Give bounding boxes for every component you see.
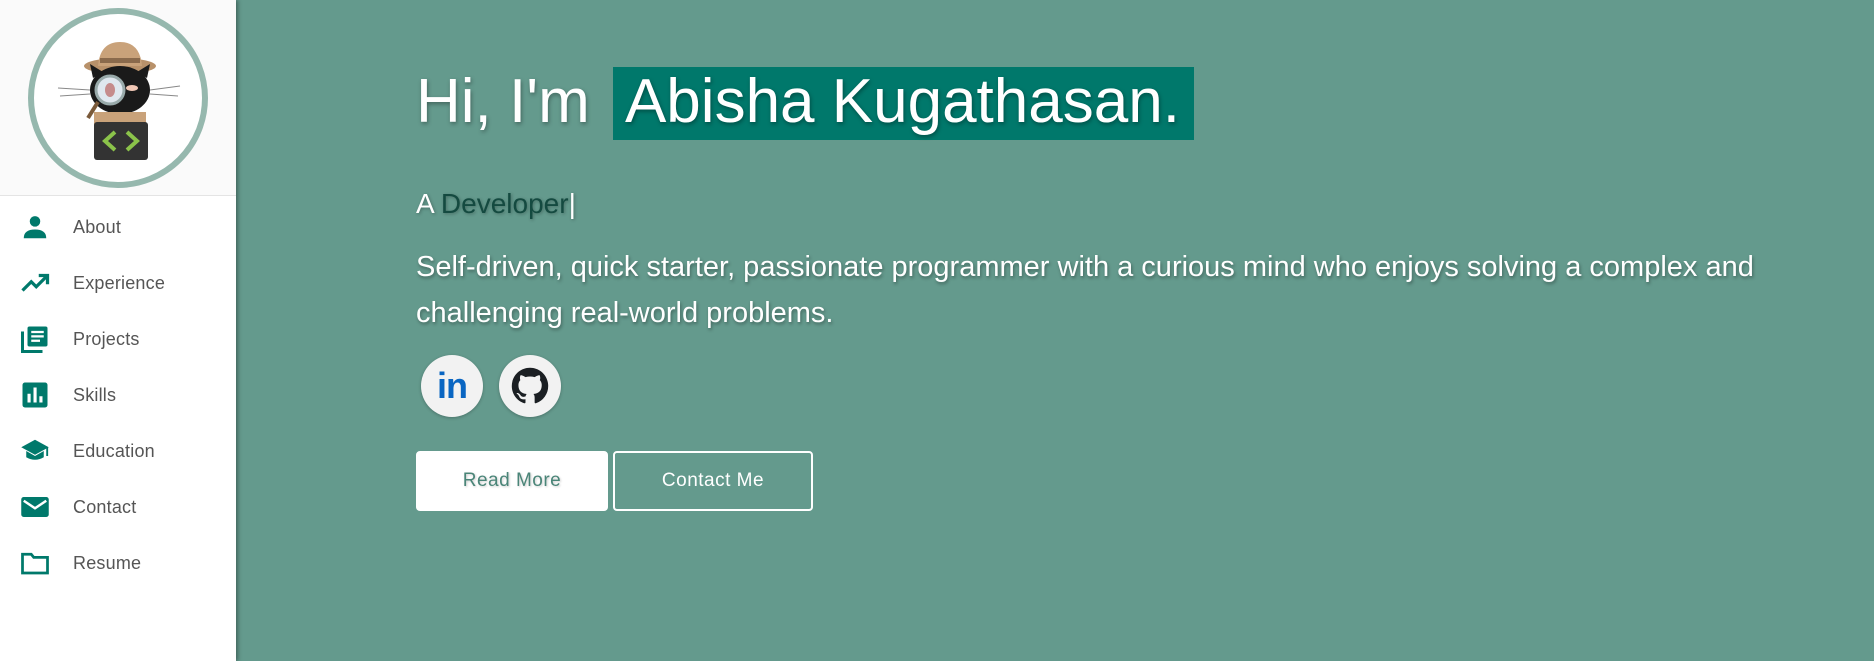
sidebar-item-about[interactable]: About [0,205,236,249]
avatar-container [0,0,236,196]
sidebar-item-experience[interactable]: Experience [0,261,236,305]
github-button[interactable] [499,355,561,417]
sidebar-item-label: Skills [73,384,117,405]
greeting: Hi, I'm [416,67,590,136]
page-title: Hi, I'm Abisha Kugathasan. [416,66,1194,140]
sidebar-item-contact[interactable]: Contact [0,485,236,529]
sidebar-item-label: Experience [73,272,166,293]
linkedin-button[interactable]: in [421,355,483,417]
mail-icon [18,492,52,522]
hero-section: Hi, I'm Abisha Kugathasan. A Developer| … [236,0,1874,661]
sidebar-item-projects[interactable]: Projects [0,317,236,361]
contact-me-button[interactable]: Contact Me [613,451,813,511]
sidebar-item-skills[interactable]: Skills [0,373,236,417]
graduation-cap-icon [18,436,52,466]
hero-name: Abisha Kugathasan. [612,67,1194,140]
sidebar-item-label: Resume [73,552,142,573]
sidebar-item-education[interactable]: Education [0,429,236,473]
linkedin-icon: in [437,365,468,406]
read-more-button[interactable]: Read More [416,451,608,511]
subtitle-prefix: A [416,188,434,219]
octocat-detective-icon [57,41,181,160]
sidebar: About Experience Projects Skills Educati… [0,0,236,661]
sidebar-item-label: Contact [73,496,137,517]
folder-icon [18,548,52,578]
trending-up-icon [18,268,52,298]
library-books-icon [18,324,52,354]
sidebar-item-label: Projects [73,328,140,349]
typed-role: Developer [440,188,569,219]
avatar [28,7,208,188]
github-icon [511,367,549,404]
typed-subtitle: A Developer| [416,188,576,220]
bar-chart-icon [18,380,52,410]
sidebar-item-label: Education [73,440,155,461]
typing-cursor: | [568,188,576,219]
sidebar-item-label: About [73,216,122,237]
sidebar-item-resume[interactable]: Resume [0,541,236,585]
tagline: Self-driven, quick starter, passionate p… [416,251,1754,329]
person-icon [18,212,52,242]
